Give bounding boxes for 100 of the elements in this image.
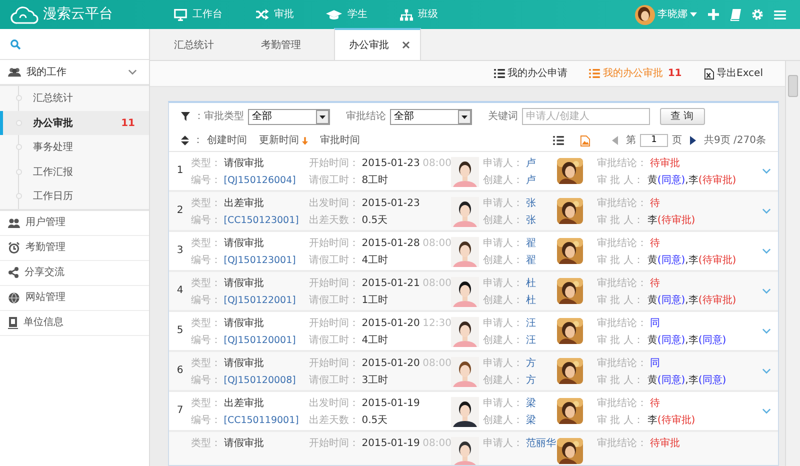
field-label: 申请人： [483,196,523,211]
code-value: [QJ150123001] [224,254,296,268]
sort-link[interactable]: 审批时间 [320,133,360,148]
type-value: 请假审批 [224,356,264,371]
approval-row[interactable]: 类型： 请假审批 开始时间： 2015-01-19 08:00 申请人： 范丽华 审批结论： 待审批 [169,432,778,465]
approval-result: (同意) [657,294,686,308]
row-number: 7 [176,405,184,416]
field-label: 审 批 人： [597,254,644,268]
applicant-name: 梁 [526,396,536,411]
tab[interactable]: 考勤管理 [247,28,334,60]
cloud-logo-icon[interactable] [10,4,40,25]
conclusion-select[interactable]: 全部 [390,108,472,125]
row-number: 2 [176,205,184,216]
tab[interactable]: 汇总统计 [160,28,247,60]
type-value: 出差审批 [224,196,264,211]
approver-name: 黄 [647,254,658,268]
arrow-down-icon [302,136,308,145]
sidebar-item[interactable]: 分享交流 [0,260,149,286]
sort-link[interactable]: 更新时间 [259,133,308,148]
amount-value: 3工时 [362,374,388,388]
chevron-icon[interactable] [762,168,770,174]
field-label: 类型： [191,436,221,451]
search-icon[interactable] [10,38,21,50]
field-label: 申请人： [483,316,523,331]
sidebar-item[interactable]: 网站管理 [0,286,149,311]
field-label: 审 批 人： [597,374,644,388]
field-label: 出差天数： [309,414,359,428]
sidebar-item[interactable]: 事务处理 [0,135,149,160]
approver-name: ,李 [685,174,698,188]
amount-value: 8工时 [362,174,388,188]
applicant-name: 杜 [526,276,536,291]
field-label: 申请人： [483,156,523,171]
keyword-field[interactable]: 申请人/创建人 [522,108,650,126]
date-value: 2015-01-28 [362,236,420,251]
field-label: 请假工时： [309,174,359,188]
type-value: 请假审批 [224,156,264,171]
settings-icon[interactable] [752,9,763,20]
book-icon[interactable] [730,8,741,21]
code-value: [QJ150120008] [224,374,296,388]
applicant-name: 汪 [526,316,536,331]
chevron-icon[interactable] [762,368,770,374]
tab[interactable]: 办公审批 [334,28,421,60]
time-value: 08:00 [422,436,452,451]
action-link[interactable]: 我的办公申请 [494,66,568,82]
image-view-icon[interactable] [580,134,590,147]
action-link[interactable]: 我的办公审批 11 [589,66,682,82]
sidebar-item[interactable]: 汇总统计 [0,86,149,111]
approver-name: 黄 [647,174,658,188]
sort-link[interactable]: 创建时间 [207,133,247,148]
chevron-icon[interactable] [762,248,770,254]
field-label: 编号： [191,254,221,268]
field-label: 审批结论： [597,276,647,291]
field-label: 审 批 人： [597,334,644,348]
sidebar-item[interactable]: 工作汇报 [0,160,149,184]
menu-icon[interactable] [774,10,786,20]
field-label: 创建人： [483,294,523,308]
field-label: 审 批 人： [597,174,644,188]
query-button[interactable]: 查 询 [660,108,705,126]
type-value: 请假审批 [224,276,264,291]
approval-row[interactable]: 2 类型： 出差审批 编号： [CC150123001] 出发时间： 2015-01-23 出差天数： 0.5天 申请人： 张 创建人： 张 审批结论： 待 审 批 人： 李(待审批) [169,192,778,232]
field-label: 类型： [191,276,221,291]
field-label: 审批结论： [597,196,647,211]
sidebar-item[interactable]: 用户管理 [0,210,149,236]
status-text: 同 [650,316,660,331]
creator-name: 方 [526,374,536,388]
field-label: 开始时间： [309,316,359,331]
chevron-icon[interactable] [762,288,770,294]
field-label: 请假工时： [309,254,359,268]
creator-name: 翟 [526,254,536,268]
type-select[interactable]: 全部 [248,108,330,125]
chevron-icon[interactable] [762,408,770,414]
filter-label: ：审批类型 [194,110,244,124]
plus-icon[interactable] [708,9,719,20]
sidebar-item[interactable]: 办公审批 11 [0,110,149,136]
applicant-name: 张 [526,196,536,211]
approval-row[interactable]: 6 类型： 请假审批 编号： [QJ150120008] 开始时间： 2015-01-20 08:00 请假工时： 3工时 申请人： 方 创建人： 方 审批结论： 同 审 批 人： 黄(同意),李(同意) [169,352,778,392]
approval-result: (待审批) [657,214,696,228]
close-icon[interactable] [402,41,410,50]
field-label: 编号： [191,334,221,348]
next-page-icon[interactable] [690,136,696,146]
page-label: 第 [626,134,636,148]
approval-row[interactable]: 4 类型： 请假审批 编号： [QJ150122001] 开始时间： 2015-01-21 08:00 请假工时： 1工时 申请人： 杜 创建人： 杜 审批结论： 待 审 批 人： 黄(同意),李(待审批) [169,272,778,312]
action-link[interactable]: 导出Excel [704,66,763,82]
approver-name: 黄 [647,374,658,388]
field-label: 申请人： [483,436,523,451]
status-text: 待 [650,236,660,251]
sort-label: ： [193,134,203,148]
chevron-icon[interactable] [762,328,770,334]
amount-value: 4工时 [362,334,388,348]
field-label: 出差天数： [309,214,359,228]
page-field[interactable]: 1 [640,134,668,148]
sidebar-item[interactable]: 单位信息 [0,310,149,336]
previous-page-icon[interactable] [612,136,618,146]
chevron-icon[interactable] [762,208,770,214]
row-number: 6 [176,365,184,376]
list-view-icon[interactable] [552,136,564,146]
sidebar-item[interactable]: 考勤管理 [0,236,149,261]
sidebar-item[interactable]: 工作日历 [0,184,149,209]
field-label: 编号： [191,374,221,388]
alarm-clock-icon [8,242,20,254]
